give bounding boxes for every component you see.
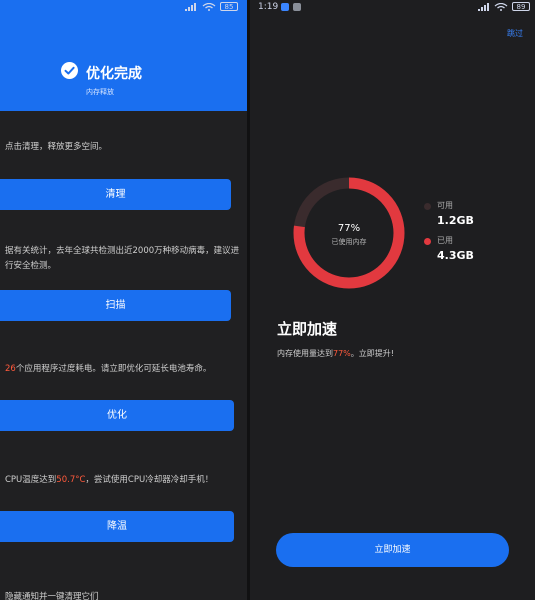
check-icon (61, 62, 78, 79)
result-header: 85 优化完成 内存释放 (0, 0, 247, 111)
memory-used-label: 已使用内存 (331, 238, 367, 246)
battery-icon: 85 (220, 2, 238, 11)
app-count: 26 (5, 364, 16, 374)
status-bar: 1:19 89 (250, 0, 535, 14)
battery-icon: 89 (512, 2, 530, 11)
result-title: 优化完成 (86, 66, 142, 82)
legend-available-dot (424, 203, 431, 210)
right-screen: 1:19 89 跳过 77% 已使用内存 可用 1.2GB 已用 4.3GB 立… (250, 0, 535, 600)
legend-available-value: 1.2GB (437, 214, 474, 227)
app-notification-icon (293, 3, 301, 11)
wifi-icon (202, 3, 216, 11)
clean-description: 点击清理，释放更多空间。 (5, 142, 108, 152)
boost-title: 立即加速 (277, 320, 338, 338)
signal-icon (185, 3, 196, 11)
wifi-icon (494, 3, 508, 11)
clean-button[interactable]: 清理 (0, 179, 231, 210)
skip-link[interactable]: 跳过 (507, 28, 523, 39)
result-subtitle: 内存释放 (86, 88, 114, 96)
memory-percent: 77% (337, 223, 361, 234)
notification-hint: 隐藏通知并一键清理它们 (5, 592, 99, 600)
legend-used-value: 4.3GB (437, 249, 474, 262)
signal-icon (478, 3, 489, 11)
cool-description: CPU温度达到50.7°C，尝试使用CPU冷却器冷却手机！ (5, 473, 245, 488)
scan-description: 据有关统计，去年全球共检测出近2000万种移动病毒，建议进行安全检测。 (5, 246, 240, 271)
cool-text-suffix: ，尝试使用CPU冷却器冷却手机！ (85, 475, 214, 485)
left-screen: 85 优化完成 内存释放 点击清理，释放更多空间。 清理 据有关统计，去年全球共… (0, 0, 247, 600)
cool-button[interactable]: 降温 (0, 511, 234, 542)
boost-now-button[interactable]: 立即加速 (276, 533, 509, 567)
optimize-text: 个应用程序过度耗电。请立即优化可延长电池寿命。 (15, 364, 212, 374)
boost-desc-suffix: 。立即提升! (350, 349, 394, 358)
legend-available-label: 可用 (437, 201, 453, 210)
cpu-temperature: 50.7°C (56, 475, 86, 485)
status-bar: 85 (0, 0, 247, 14)
boost-desc-percent: 77% (333, 349, 351, 358)
notification-icon (281, 3, 289, 11)
boost-description: 内存使用量达到77%。立即提升! (277, 348, 394, 359)
legend-used-label: 已用 (437, 236, 453, 245)
clock: 1:19 (258, 2, 279, 12)
scan-button[interactable]: 扫描 (0, 290, 231, 321)
legend-used-dot (424, 238, 431, 245)
boost-desc-prefix: 内存使用量达到 (277, 349, 333, 358)
optimize-button[interactable]: 优化 (0, 400, 234, 431)
optimize-description: 26个应用程序过度耗电。请立即优化可延长电池寿命。 (5, 362, 245, 377)
cool-text-prefix: CPU温度达到 (5, 475, 57, 485)
